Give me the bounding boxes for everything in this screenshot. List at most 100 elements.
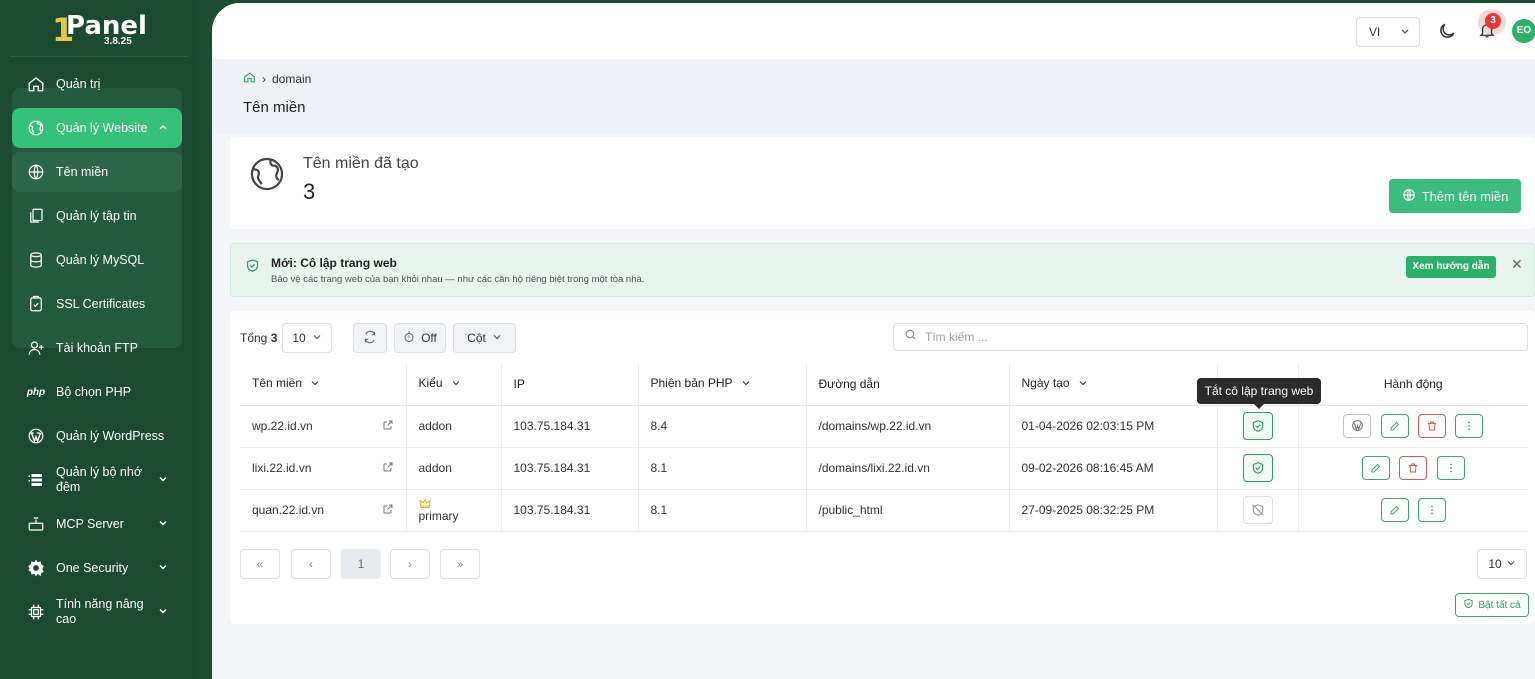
first-page-button[interactable]: « — [240, 549, 280, 579]
refresh-button[interactable] — [353, 323, 387, 353]
chevron-down-icon — [156, 473, 170, 487]
stat-card: Tên miền đã tạo 3 Thêm tên miền — [230, 137, 1535, 229]
external-link-icon[interactable] — [382, 461, 394, 476]
delete-button[interactable] — [1399, 456, 1428, 480]
close-icon[interactable]: ✕ — [1511, 256, 1523, 273]
external-link-icon[interactable] — [382, 419, 394, 434]
more-button[interactable] — [1436, 456, 1465, 480]
moon-icon[interactable] — [1437, 21, 1457, 41]
page-size-value: 10 — [292, 331, 306, 345]
view-guide-button[interactable]: Xem hướng dẫn — [1406, 256, 1496, 278]
created-cell: 09-02-2026 08:16:45 AM — [1009, 447, 1218, 490]
notice-description: Bảo vệ các trang web của bạn khỏi nhau —… — [271, 274, 645, 285]
actions-cell — [1298, 489, 1528, 532]
sidebar-item-ftp[interactable]: Tài khoản FTP — [12, 328, 182, 368]
wordpress-button[interactable] — [1343, 413, 1372, 438]
sidebar-item-label: Quản trị — [56, 76, 101, 91]
trash-icon — [1427, 421, 1436, 431]
sidebar-item-file-manager[interactable]: Quản lý tập tin — [12, 196, 182, 236]
chevron-down-icon — [1078, 377, 1088, 391]
isolation-toggle[interactable] — [1242, 454, 1273, 482]
page-size-select[interactable]: 10 — [282, 323, 332, 353]
total-label-text: Tổng — [240, 331, 268, 345]
edit-button[interactable] — [1361, 456, 1390, 480]
notification-badge: 3 — [1485, 13, 1501, 29]
created-cell: 27-09-2025 08:32:25 PM — [1009, 489, 1218, 532]
sidebar-item-advanced[interactable]: Tính năng nâng cao — [12, 592, 182, 632]
chevron-down-icon — [156, 517, 170, 531]
chevron-down-icon — [741, 377, 751, 391]
more-vertical-icon — [1468, 421, 1471, 431]
delete-button[interactable] — [1417, 414, 1446, 439]
auto-refresh-value: Off — [421, 331, 437, 345]
isolation-notice: Mới: Cô lập trang web Bảo vệ các trang w… — [230, 243, 1535, 297]
stat-value: 3 — [303, 179, 316, 204]
header-label: Hành động — [1383, 376, 1443, 391]
add-domain-button[interactable]: Thêm tên miền — [1389, 179, 1521, 213]
columns-button[interactable]: Cột — [453, 323, 516, 353]
more-button[interactable] — [1455, 414, 1484, 439]
path-cell: /public_html — [806, 489, 1010, 532]
pencil-icon — [1390, 505, 1399, 515]
sidebar-item-mysql[interactable]: Quản lý MySQL — [12, 240, 182, 280]
certificate-icon — [26, 294, 46, 314]
shield-check-icon — [1463, 598, 1474, 612]
pencil-icon — [1390, 422, 1399, 431]
sidebar-item-admin[interactable]: Quản trị — [12, 64, 182, 104]
language-value: VI — [1369, 25, 1381, 39]
home-icon — [26, 74, 46, 94]
next-page-button[interactable]: › — [390, 549, 430, 579]
table-row: lixi.22.id.vn addon 103.75.184.31 8.1 /d… — [240, 447, 1528, 490]
pagination-size-select[interactable]: 10 — [1477, 549, 1527, 579]
column-header-type[interactable]: Kiểu — [406, 363, 502, 406]
edit-button[interactable] — [1380, 414, 1409, 439]
sidebar-item-mcp-server[interactable]: MCP Server — [12, 504, 182, 544]
column-header-domain[interactable]: Tên miền — [240, 363, 407, 406]
header-label: Phiên bản PHP — [650, 376, 733, 391]
sidebar-item-wordpress[interactable]: Quản lý WordPress — [12, 416, 182, 456]
edit-button[interactable] — [1380, 498, 1409, 522]
actions-cell — [1298, 405, 1528, 448]
divider — [10, 56, 188, 57]
sidebar-item-website-management[interactable]: Quản lý Website — [12, 108, 182, 148]
sidebar-item-one-security[interactable]: One Security — [12, 548, 182, 588]
app-logo[interactable]: 1 Panel 3.8.25 — [52, 12, 147, 52]
language-select[interactable]: VI — [1356, 17, 1420, 47]
domain-name[interactable]: wp.22.id.vn — [252, 419, 313, 433]
domain-name[interactable]: lixi.22.id.vn — [252, 461, 311, 475]
sidebar-item-label: Bộ chọn PHP — [56, 384, 132, 399]
domain-name[interactable]: quan.22.id.vn — [252, 503, 324, 517]
home-icon[interactable] — [243, 71, 256, 87]
sidebar-item-cache[interactable]: Quản lý bộ nhớ đệm — [12, 460, 182, 500]
more-button[interactable] — [1417, 498, 1446, 522]
table-row: quan.22.id.vn primary 103.75.184.31 8.1 … — [240, 489, 1528, 532]
notice-title: Mới: Cô lập trang web — [271, 256, 397, 270]
gear-icon — [26, 558, 46, 578]
sidebar-item-domains[interactable]: Tên miền — [12, 152, 182, 192]
auto-refresh-button[interactable]: Off — [394, 323, 446, 353]
isolation-toggle[interactable] — [1242, 496, 1273, 524]
type-value: primary — [418, 508, 459, 523]
search-input[interactable] — [925, 330, 1485, 344]
php-icon: php — [26, 386, 46, 398]
last-page-button[interactable]: » — [440, 549, 480, 579]
external-link-icon[interactable] — [382, 503, 394, 518]
wordpress-icon — [1351, 420, 1363, 432]
enable-all-button[interactable]: Bật tất cả — [1455, 593, 1529, 617]
stat-label: Tên miền đã tạo — [303, 155, 419, 172]
php-cell: 8.1 — [638, 447, 807, 490]
isolation-toggle[interactable] — [1242, 412, 1273, 440]
page-number-button[interactable]: 1 — [341, 549, 381, 579]
enable-all-label: Bật tất cả — [1478, 599, 1521, 611]
ip-cell: 103.75.184.31 — [501, 405, 639, 448]
column-header-php[interactable]: Phiên bản PHP — [638, 363, 807, 406]
column-header-created[interactable]: Ngày tạo — [1009, 363, 1218, 406]
sidebar-item-label: Quản lý tập tin — [56, 208, 137, 223]
prev-page-button[interactable]: ‹ — [291, 549, 331, 579]
avatar[interactable]: EO — [1512, 19, 1535, 43]
sidebar-item-label: Tài khoản FTP — [56, 340, 138, 355]
actions-cell — [1298, 447, 1528, 490]
sidebar-item-ssl[interactable]: SSL Certificates — [12, 284, 182, 324]
sidebar-item-php-selector[interactable]: php Bộ chọn PHP — [12, 372, 182, 412]
app-version: 3.8.25 — [104, 36, 132, 47]
